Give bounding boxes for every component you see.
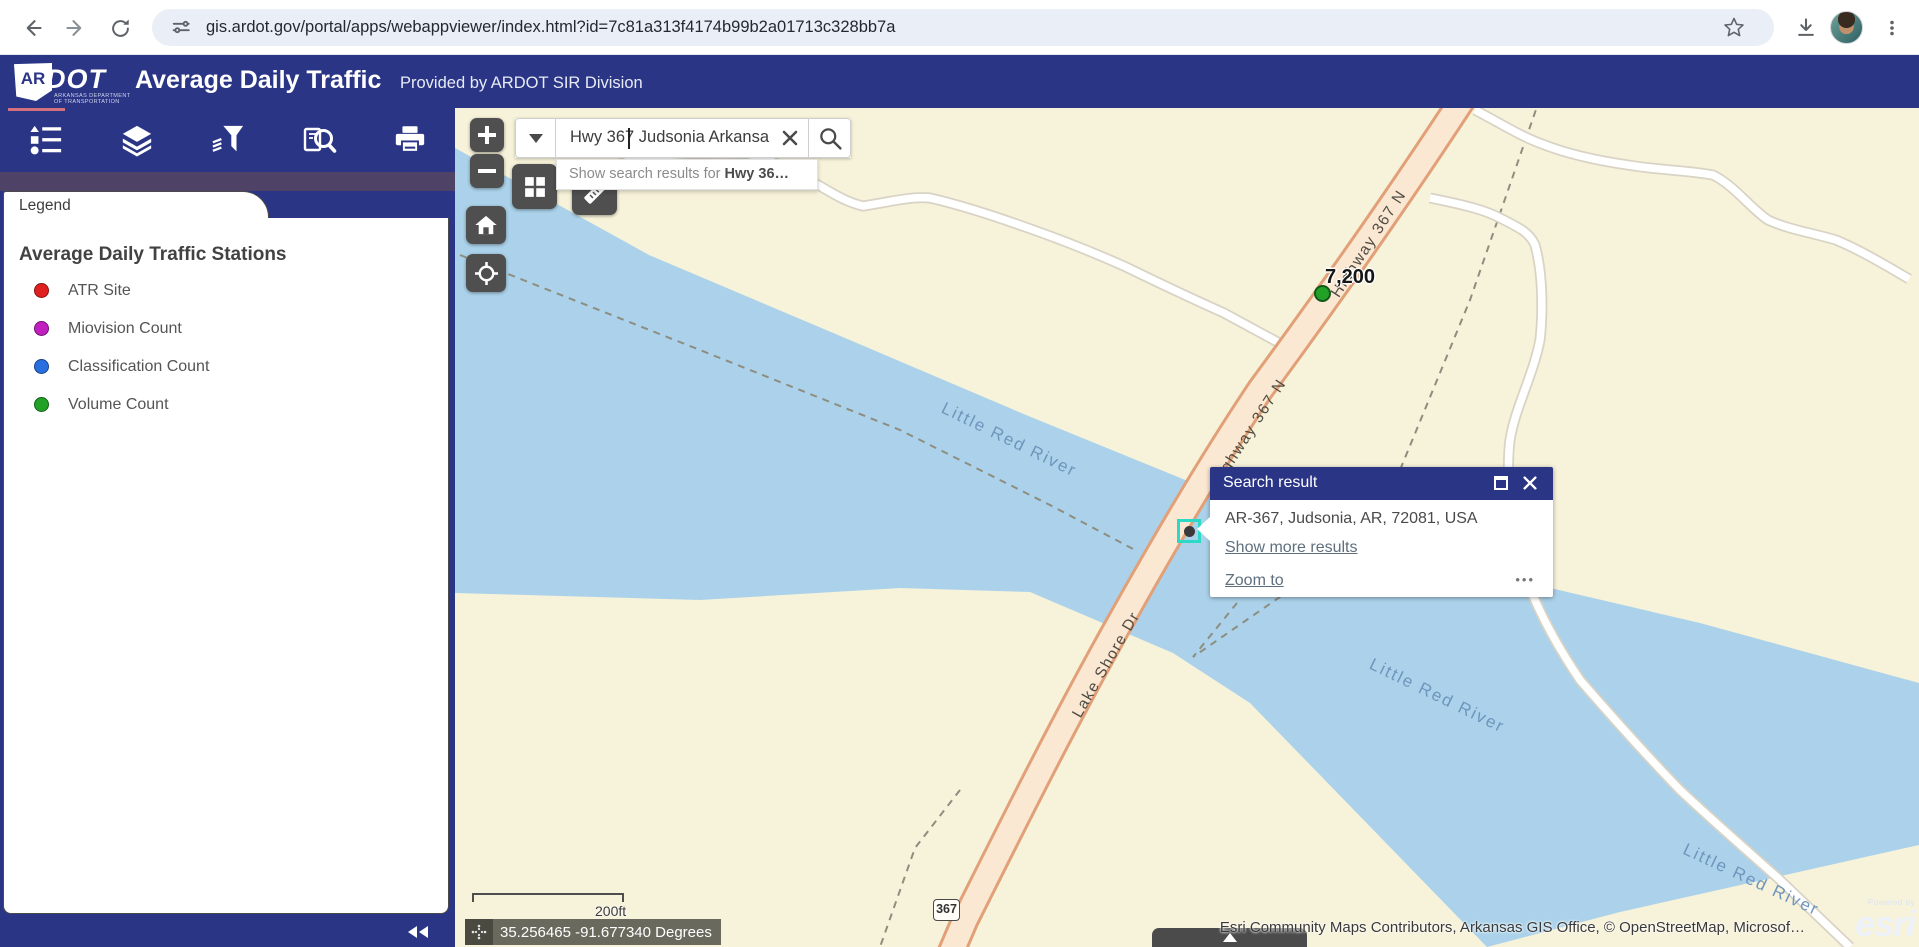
url-bar[interactable]: gis.ardot.gov/portal/apps/webappviewer/i… [152, 9, 1774, 46]
esri-logo: Powered by esri [1830, 898, 1915, 941]
search-input[interactable]: Hwy 367 Judsonia Arkansa [556, 118, 808, 158]
legend-item-label: Classification Count [68, 358, 209, 376]
chevron-left-icon [419, 926, 428, 938]
basemap-gallery-button[interactable] [512, 164, 557, 209]
popup-result-text: AR-367, Judsonia, AR, 72081, USA [1225, 510, 1478, 528]
legend-icon [29, 123, 63, 157]
close-icon[interactable] [1521, 474, 1539, 492]
suggestion-prefix: Show search results for [569, 166, 725, 182]
show-more-results-link[interactable]: Show more results [1225, 539, 1358, 557]
maximize-icon[interactable] [1494, 476, 1508, 490]
suggestion-term: Hwy 36… [725, 166, 789, 182]
popup-title: Search result [1223, 474, 1317, 492]
chevron-down-icon [529, 134, 543, 143]
panel-divider [0, 172, 455, 191]
attribute-search-icon [301, 122, 337, 158]
logo-department-text: ARKANSAS DEPARTMENT OF TRANSPORTATION [54, 93, 130, 105]
home-button[interactable] [466, 206, 506, 244]
home-icon [473, 212, 499, 238]
back-icon[interactable] [18, 14, 46, 42]
coordinates-widget: 35.256465 -91.677340 Degrees [465, 919, 721, 945]
active-widget-indicator [8, 108, 65, 111]
downloads-icon[interactable] [1792, 14, 1820, 42]
clear-search-icon[interactable] [776, 124, 804, 152]
classification-count-dot [34, 359, 49, 374]
profile-avatar[interactable] [1830, 11, 1863, 44]
esri-wordmark: esri [1830, 907, 1915, 941]
crosshair-icon [473, 260, 500, 287]
zoom-in-button[interactable] [470, 118, 504, 152]
grid-icon [521, 173, 549, 201]
filter-icon [211, 123, 245, 157]
site-info-icon[interactable] [170, 16, 192, 43]
volume-count-station-dot[interactable] [1314, 285, 1331, 302]
locate-button[interactable] [466, 254, 506, 292]
legend-panel: Average Daily Traffic Stations ATR Site … [3, 218, 449, 914]
legend-item-miovision: Miovision Count [4, 318, 444, 342]
search-result-popup: Search result AR-367, Judsonia, AR, 7208… [1210, 467, 1553, 597]
map-canvas[interactable]: Little Red River Little Red River Little… [455, 108, 1919, 947]
toolbar-legend-button[interactable] [0, 108, 91, 172]
print-icon [393, 123, 427, 157]
search-input-value: Hwy 367 Judsonia Arkansa [570, 128, 769, 147]
search-suggestion[interactable]: Show search results for Hwy 36… [556, 159, 818, 190]
app-header: AR DOT ARKANSAS DEPARTMENT OF TRANSPORTA… [0, 55, 1919, 108]
popup-header[interactable]: Search result [1210, 467, 1553, 500]
legend-layer-title: Average Daily Traffic Stations [19, 244, 287, 266]
zoom-out-button[interactable] [470, 154, 504, 188]
page-subtitle: Provided by ARDOT SIR Division [400, 74, 643, 93]
scale-label: 200ft [595, 903, 626, 919]
chevron-left-icon [408, 926, 417, 938]
text-caret [628, 128, 630, 149]
toolbar-layers-button[interactable] [91, 108, 182, 172]
legend-item-volume: Volume Count [4, 394, 444, 418]
reload-icon[interactable] [106, 14, 134, 42]
search-source-dropdown[interactable] [515, 118, 556, 158]
legend-item-label: Miovision Count [68, 320, 182, 338]
zoom-to-link[interactable]: Zoom to [1225, 572, 1284, 590]
search-bar: Hwy 367 Judsonia Arkansa [515, 118, 851, 158]
coordinates-value: 35.256465 -91.677340 Degrees [493, 924, 721, 941]
toolbar-print-button[interactable] [364, 108, 455, 172]
page-title: Average Daily Traffic [135, 66, 381, 95]
collapse-panel-button[interactable] [408, 926, 430, 939]
forward-icon[interactable] [62, 14, 90, 42]
legend-item-label: Volume Count [68, 396, 169, 414]
search-icon [817, 125, 843, 151]
sidebar-footer [0, 918, 455, 947]
toolbar-filter-button[interactable] [182, 108, 273, 172]
screen: gis.ardot.gov/portal/apps/webappviewer/i… [0, 0, 1919, 947]
route-shield: 367 [933, 899, 960, 921]
miovision-count-dot [34, 321, 49, 336]
station-count-label: 7,200 [1325, 266, 1375, 289]
panel-tab-row: Legend [0, 191, 455, 218]
browser-menu-icon[interactable] [1878, 14, 1906, 42]
layers-icon [120, 123, 154, 157]
search-submit-button[interactable] [808, 118, 851, 158]
legend-item-classification: Classification Count [4, 356, 444, 380]
volume-count-dot [34, 397, 49, 412]
popup-pointer [1197, 517, 1210, 541]
sidebar: Legend Average Daily Traffic Stations AT… [0, 108, 455, 947]
browser-toolbar: gis.ardot.gov/portal/apps/webappviewer/i… [0, 0, 1919, 55]
tab-legend[interactable]: Legend [3, 191, 269, 218]
atr-site-dot [34, 283, 49, 298]
map-attribution: Esri Community Maps Contributors, Arkans… [1155, 919, 1805, 936]
bookmark-star-icon[interactable] [1722, 15, 1746, 44]
widget-toolbar [0, 108, 455, 172]
legend-item-label: ATR Site [68, 282, 131, 300]
toolbar-attribute-search-button[interactable] [273, 108, 364, 172]
popup-more-options[interactable]: ••• [1515, 572, 1535, 587]
scale-bar [472, 893, 624, 902]
tab-legend-label: Legend [19, 197, 71, 215]
logo-dot-text: DOT [46, 64, 106, 95]
url-text: gis.ardot.gov/portal/apps/webappviewer/i… [206, 9, 895, 46]
legend-item-atr: ATR Site [4, 280, 444, 304]
ardot-logo: AR DOT ARKANSAS DEPARTMENT OF TRANSPORTA… [14, 62, 134, 104]
coordinates-crosshair-icon[interactable] [465, 919, 493, 945]
